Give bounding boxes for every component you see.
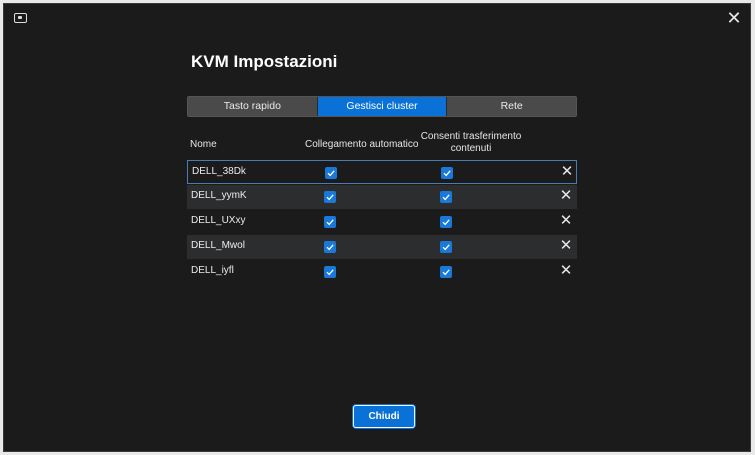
remove-icon[interactable]: ✕	[558, 212, 574, 230]
tab-hotkey[interactable]: Tasto rapido	[188, 97, 318, 116]
device-name: DELL_Mwol	[191, 240, 245, 251]
kvm-settings-window: ✕ KVM Impostazioni Tasto rapido Gestisci…	[3, 3, 751, 452]
auto-connect-checkbox[interactable]	[324, 241, 336, 253]
monitor-icon	[14, 13, 27, 23]
allow-transfer-checkbox[interactable]	[440, 216, 452, 228]
remove-icon[interactable]: ✕	[558, 262, 574, 280]
allow-transfer-checkbox[interactable]	[440, 266, 452, 278]
allow-transfer-checkbox[interactable]	[440, 241, 452, 253]
tab-network[interactable]: Rete	[447, 97, 576, 116]
device-name: DELL_UXxy	[191, 215, 246, 226]
auto-connect-checkbox[interactable]	[324, 216, 336, 228]
table-row[interactable]: DELL_Mwol ✕	[187, 235, 577, 259]
tab-manage-cluster[interactable]: Gestisci cluster	[317, 97, 448, 116]
tab-bar: Tasto rapido Gestisci cluster Rete	[187, 96, 577, 117]
device-name: DELL_iyfl	[191, 265, 234, 276]
window-close-icon[interactable]: ✕	[724, 8, 744, 28]
auto-connect-checkbox[interactable]	[325, 167, 337, 179]
remove-icon[interactable]: ✕	[558, 237, 574, 255]
column-header-allow-transfer: Consenti trasferimento contenuti	[420, 131, 522, 154]
allow-transfer-checkbox[interactable]	[441, 167, 453, 179]
table-row[interactable]: DELL_UXxy ✕	[187, 210, 577, 234]
device-name: DELL_yymK	[191, 190, 247, 201]
column-header-name: Nome	[190, 139, 217, 150]
remove-icon[interactable]: ✕	[558, 187, 574, 205]
table-row[interactable]: DELL_iyfl ✕	[187, 260, 577, 284]
close-button[interactable]: Chiudi	[353, 405, 415, 428]
table-row[interactable]: DELL_yymK ✕	[187, 185, 577, 209]
allow-transfer-checkbox[interactable]	[440, 191, 452, 203]
device-name: DELL_38Dk	[192, 166, 246, 177]
column-header-auto-connect: Collegamento automatico	[305, 139, 419, 150]
auto-connect-checkbox[interactable]	[324, 266, 336, 278]
page-title: KVM Impostazioni	[191, 52, 338, 71]
auto-connect-checkbox[interactable]	[324, 191, 336, 203]
table-row[interactable]: DELL_38Dk ✕	[187, 160, 577, 184]
remove-icon[interactable]: ✕	[559, 163, 575, 181]
